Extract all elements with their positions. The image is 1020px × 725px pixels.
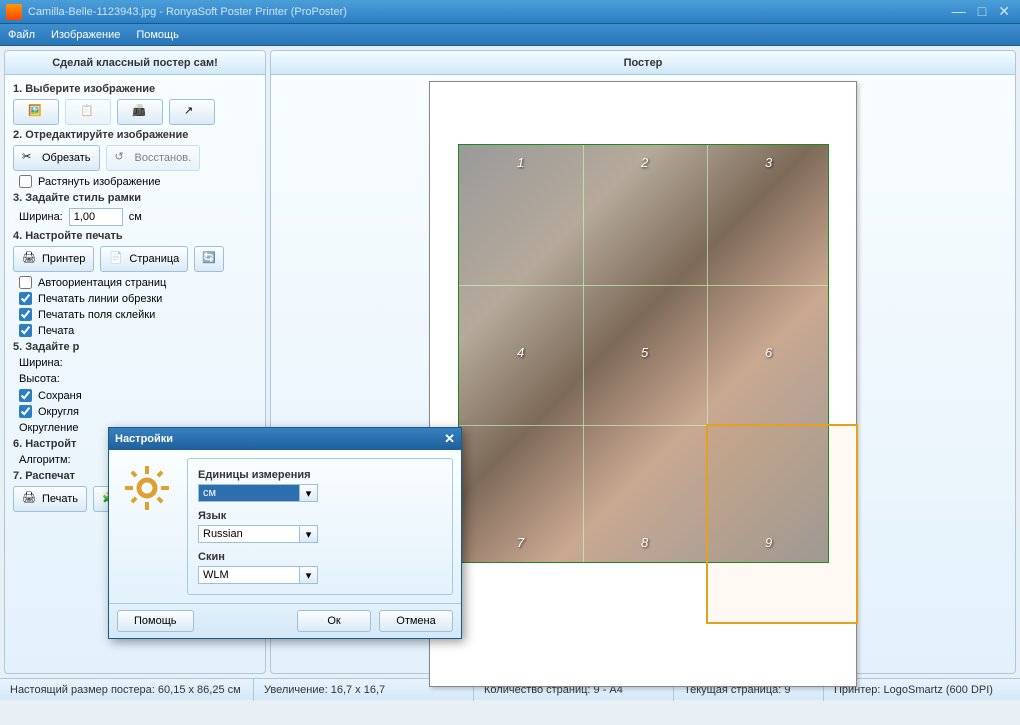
paste-button[interactable]: 📋 (65, 99, 111, 125)
tile-number: 5 (641, 345, 648, 360)
printer-icon: 🖨 (22, 251, 38, 267)
clipboard-icon: 📋 (80, 104, 96, 120)
export-icon: ↗ (184, 104, 200, 120)
image-add-icon: 🖼️ (28, 104, 44, 120)
skin-label: Скин (198, 551, 442, 563)
restore-button[interactable]: ↺Восстанов. (106, 145, 201, 171)
round-checkbox[interactable]: Округля (19, 405, 257, 418)
tile-number: 7 (517, 535, 524, 550)
crop-icon: ✂ (22, 150, 38, 166)
poster-page[interactable]: 1 2 3 4 5 6 7 8 9 (429, 81, 857, 687)
grid-line (583, 145, 584, 562)
print-icon: 🖨 (22, 491, 38, 507)
dialog-cancel-button[interactable]: Отмена (379, 610, 453, 632)
language-label: Язык (198, 510, 442, 522)
tile-number: 6 (765, 345, 772, 360)
window-title: Camilla-Belle-1123943.jpg - RonyaSoft Po… (28, 6, 948, 18)
cutlines-checkbox[interactable]: Печатать линии обрезки (19, 292, 257, 305)
tile-number: 4 (517, 345, 524, 360)
sidebar-header: Сделай классный постер сам! (5, 51, 265, 75)
menu-image[interactable]: Изображение (51, 29, 120, 41)
page-icon: 📄 (109, 251, 125, 267)
gluelines-checkbox[interactable]: Печатать поля склейки (19, 308, 257, 321)
chevron-down-icon[interactable]: ▾ (300, 566, 318, 584)
preview-header: Постер (271, 51, 1015, 75)
refresh-button[interactable]: 🔄 (194, 246, 224, 272)
menu-bar: Файл Изображение Помощь (0, 24, 1020, 46)
dialog-title: Настройки (115, 433, 173, 445)
tile-number: 3 (765, 155, 772, 170)
minimize-button[interactable]: — (948, 3, 970, 20)
page-button[interactable]: 📄Страница (100, 246, 188, 272)
dialog-close-button[interactable]: ✕ (444, 431, 455, 447)
stretch-checkbox[interactable]: Растянуть изображение (19, 175, 257, 188)
tile-number: 8 (641, 535, 648, 550)
current-tile-highlight (706, 424, 858, 624)
partial-checkbox[interactable]: Печата (19, 324, 257, 337)
keep-ratio-checkbox[interactable]: Сохраня (19, 389, 257, 402)
poster-height-label: Высота: (19, 373, 60, 385)
tile-number: 1 (517, 155, 524, 170)
grid-line (459, 285, 828, 286)
frame-width-unit: см (129, 211, 142, 223)
frame-width-input[interactable] (69, 208, 123, 226)
section-5-title: 5. Задайте р (13, 341, 257, 353)
scan-button[interactable]: 📠 (117, 99, 163, 125)
auto-orient-checkbox[interactable]: Автоориентация страниц (19, 276, 257, 289)
dialog-ok-button[interactable]: Ок (297, 610, 371, 632)
load-image-button[interactable]: 🖼️ (13, 99, 59, 125)
units-combobox[interactable]: см▾ (198, 484, 318, 502)
menu-file[interactable]: Файл (8, 29, 35, 41)
chevron-down-icon[interactable]: ▾ (300, 525, 318, 543)
chevron-down-icon[interactable]: ▾ (300, 484, 318, 502)
section-2-title: 2. Отредактируйте изображение (13, 129, 257, 141)
section-4-title: 4. Настройте печать (13, 230, 257, 242)
app-icon (6, 4, 22, 20)
maximize-button[interactable]: □ (974, 3, 990, 20)
menu-help[interactable]: Помощь (136, 29, 179, 41)
status-realsize: Настоящий размер постера: 60,15 x 86,25 … (0, 679, 254, 701)
frame-width-label: Ширина: (19, 211, 63, 223)
skin-combobox[interactable]: WLM▾ (198, 566, 318, 584)
settings-dialog: Настройки ✕ Единицы измерения см▾ Язык R… (108, 427, 462, 639)
dialog-help-button[interactable]: Помощь (117, 610, 194, 632)
print-button[interactable]: 🖨Печать (13, 486, 87, 512)
poster-width-label: Ширина: (19, 357, 63, 369)
dialog-titlebar[interactable]: Настройки ✕ (109, 428, 461, 450)
close-button[interactable]: ✕ (994, 3, 1014, 20)
tile-number: 2 (641, 155, 648, 170)
section-1-title: 1. Выберите изображение (13, 83, 257, 95)
restore-icon: ↺ (115, 150, 131, 166)
crop-button[interactable]: ✂Обрезать (13, 145, 100, 171)
printer-button[interactable]: 🖨Принтер (13, 246, 94, 272)
refresh-icon: 🔄 (202, 251, 216, 267)
language-combobox[interactable]: Russian▾ (198, 525, 318, 543)
section-3-title: 3. Задайте стиль рамки (13, 192, 257, 204)
rounding-label: Округление (19, 422, 79, 434)
window-titlebar: Camilla-Belle-1123943.jpg - RonyaSoft Po… (0, 0, 1020, 24)
scanner-icon: 📠 (132, 104, 148, 120)
algorithm-label: Алгоритм: (19, 454, 71, 466)
gear-icon (123, 464, 171, 512)
units-label: Единицы измерения (198, 469, 442, 481)
export-button[interactable]: ↗ (169, 99, 215, 125)
